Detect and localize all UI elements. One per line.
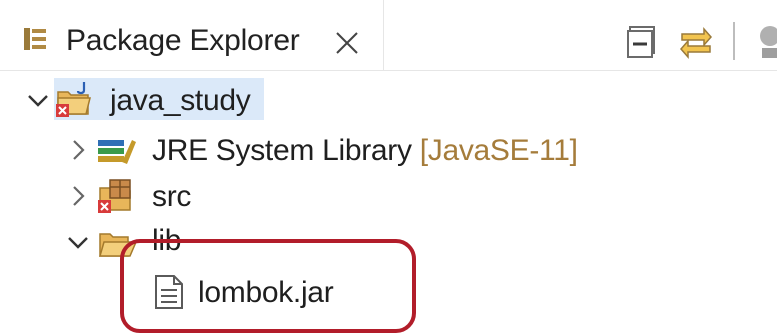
collapse-all-icon[interactable] <box>622 21 662 61</box>
tree-item-project[interactable]: java_study <box>20 78 280 122</box>
link-with-editor-icon[interactable] <box>676 21 716 61</box>
chevron-right-icon[interactable] <box>66 184 90 208</box>
chevron-down-icon[interactable] <box>26 88 50 112</box>
tab-package-explorer[interactable]: Package Explorer <box>0 0 384 70</box>
view-title: Package Explorer <box>66 24 300 57</box>
source-folder-error-icon <box>96 176 138 216</box>
view-menu-icon[interactable] <box>756 22 777 60</box>
java-project-error-icon <box>54 80 96 120</box>
jre-library-label: JRE System Library <box>152 134 412 167</box>
tree-item-jre-library[interactable]: JRE System Library [JavaSE-11] <box>60 128 620 172</box>
src-label: src <box>152 180 192 213</box>
annotation-highlight-box <box>120 239 416 333</box>
package-explorer-icon <box>22 26 48 52</box>
project-label: java_study <box>110 84 251 117</box>
chevron-right-icon[interactable] <box>66 138 90 162</box>
library-icon <box>96 130 138 170</box>
jre-library-decoration: [JavaSE-11] <box>419 134 578 167</box>
toolbar-separator <box>733 22 735 60</box>
jre-library-label-group: JRE System Library [JavaSE-11] <box>152 134 578 168</box>
chevron-down-icon[interactable] <box>66 230 90 254</box>
tree-item-src[interactable]: src <box>60 174 260 218</box>
view-tab-bar: Package Explorer <box>0 0 777 71</box>
close-icon[interactable] <box>334 30 360 56</box>
